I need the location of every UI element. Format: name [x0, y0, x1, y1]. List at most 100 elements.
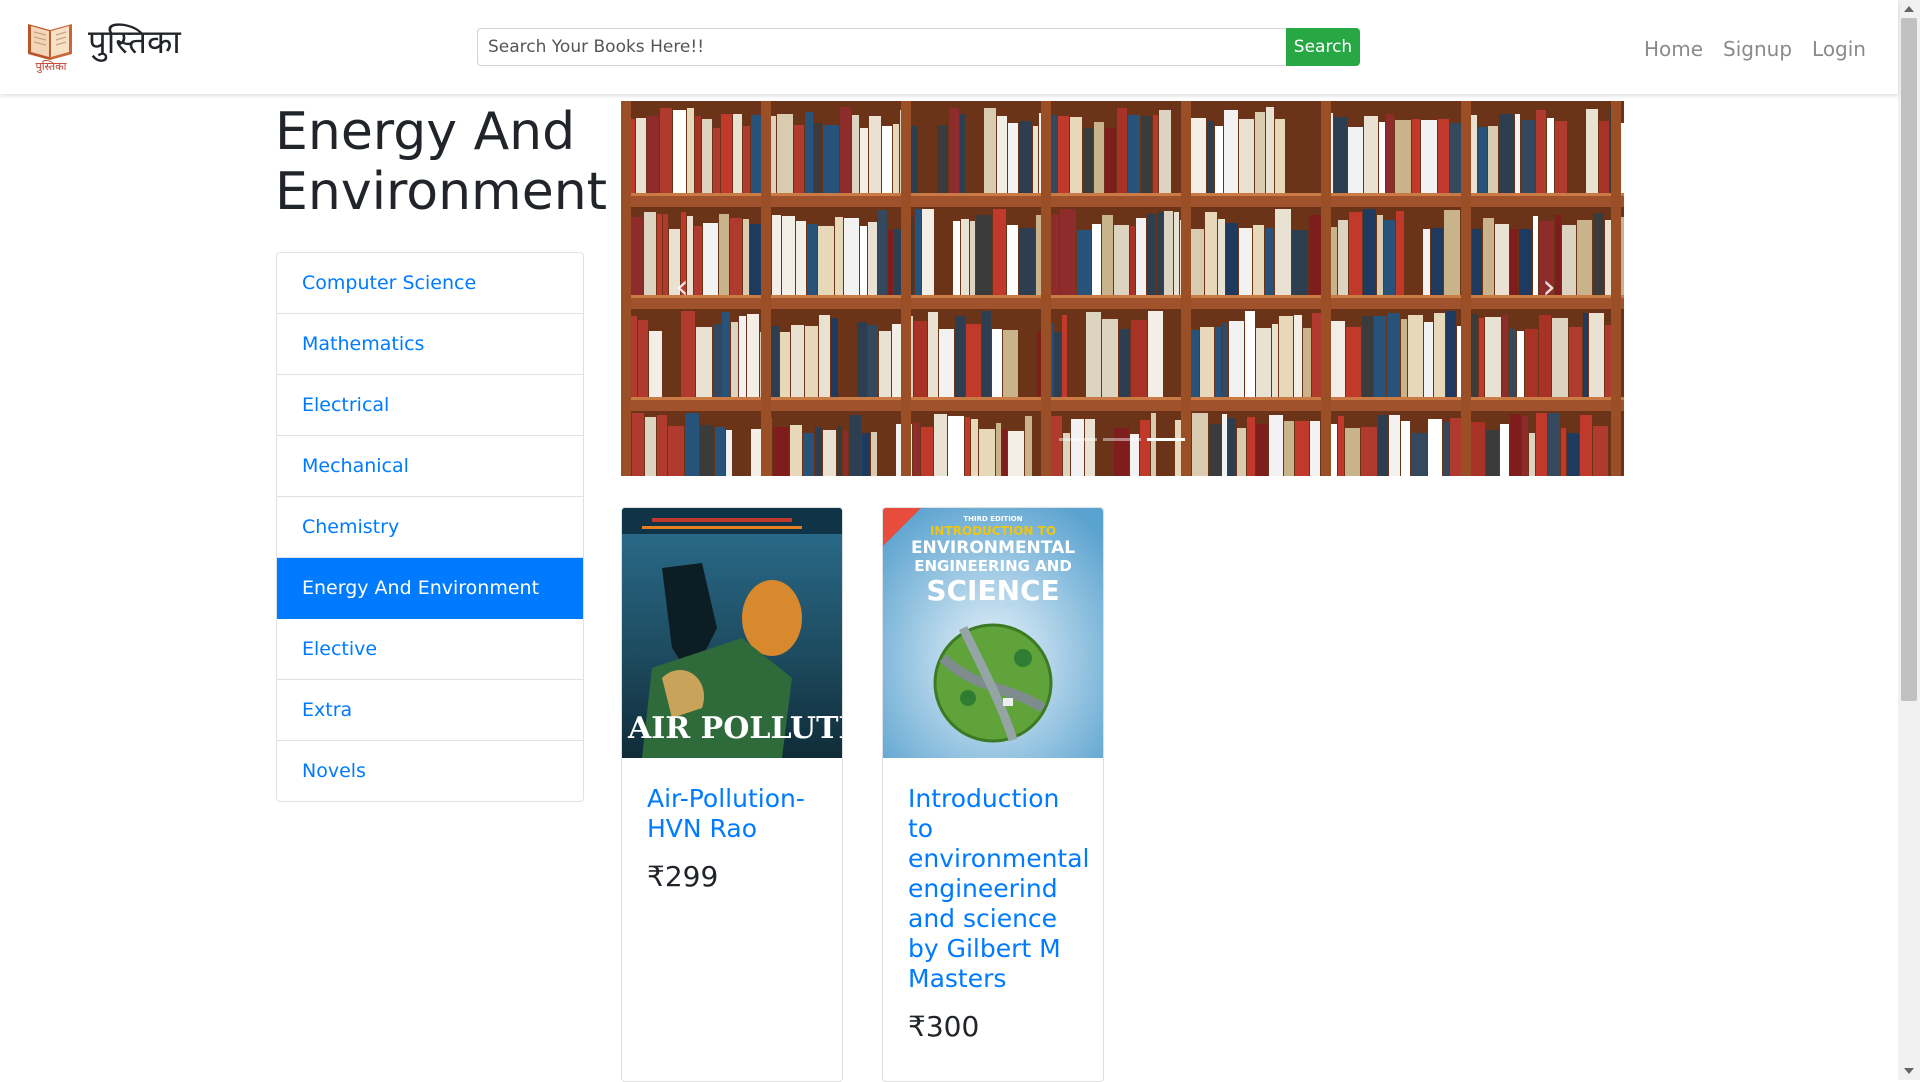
- nav-link-signup[interactable]: Signup: [1723, 36, 1792, 62]
- shelf-book: [1164, 211, 1173, 295]
- shelf-book: [857, 322, 867, 397]
- shelf-book: [1495, 224, 1509, 295]
- book-logo-icon[interactable]: पुस्तिका: [24, 14, 78, 74]
- shelf-book: [1070, 117, 1082, 193]
- shelf-book: [1153, 115, 1158, 193]
- shelf-book: [1379, 122, 1385, 193]
- shelf-book: [1401, 319, 1407, 397]
- shelf-book: [1131, 320, 1147, 397]
- shelf-book: [1222, 414, 1227, 476]
- shelf-book: [713, 324, 721, 397]
- shelf-book: [1239, 228, 1252, 295]
- image-carousel[interactable]: ‹ ›: [621, 101, 1624, 476]
- shelf-book: [782, 216, 795, 295]
- search-button[interactable]: Search: [1286, 28, 1360, 66]
- shelf-book: [1102, 319, 1118, 397]
- shelf-book: [1401, 421, 1410, 476]
- bookshelf-image: [621, 101, 1624, 476]
- shelf-book: [1562, 225, 1576, 295]
- book-title-link[interactable]: Introduction to environmental engineerin…: [908, 784, 1089, 994]
- shelf-book: [1085, 419, 1095, 476]
- shelf-book: [992, 329, 1002, 397]
- shelf-divider: [1181, 101, 1191, 476]
- shelf-book: [939, 329, 954, 397]
- category-elective[interactable]: Elective: [277, 619, 583, 680]
- category-chemistry[interactable]: Chemistry: [277, 497, 583, 558]
- shelf-book: [1226, 223, 1238, 295]
- shelf-book: [726, 430, 732, 476]
- shelf-book: [1567, 433, 1579, 476]
- shelf-book: [823, 430, 836, 476]
- category-list: Computer Science Mathematics Electrical …: [276, 252, 584, 802]
- shelf-book: [1479, 318, 1484, 397]
- shelf-book: [1446, 311, 1456, 397]
- shelf-book: [860, 128, 868, 193]
- shelf-book: [1329, 321, 1345, 397]
- category-mathematics[interactable]: Mathematics: [277, 314, 583, 375]
- carousel-indicator[interactable]: [1103, 438, 1141, 441]
- shelf-book: [1411, 433, 1427, 476]
- shelf-book: [1019, 228, 1035, 295]
- shelf-book: [948, 416, 964, 476]
- category-electrical[interactable]: Electrical: [277, 375, 583, 436]
- shelf-book: [780, 332, 790, 397]
- book-card[interactable]: AIR POLLUTION Air-Pollution-HVN Rao ₹299: [621, 507, 843, 1082]
- shelf-book: [1387, 313, 1400, 397]
- shelf-book: [1386, 114, 1394, 193]
- shelf-book: [657, 214, 662, 295]
- shelf-book: [1019, 121, 1032, 193]
- book-title-link[interactable]: Air-Pollution-HVN Rao: [647, 784, 826, 844]
- carousel-prev-icon[interactable]: ‹: [667, 267, 697, 307]
- shelf-book: [790, 425, 802, 476]
- book-cover-image[interactable]: AIR POLLUTION: [622, 508, 842, 758]
- book-price: ₹300: [908, 1010, 980, 1043]
- shelf-book: [840, 107, 851, 193]
- shelf-book: [971, 419, 978, 476]
- category-mechanical[interactable]: Mechanical: [277, 436, 583, 497]
- page-scrollbar[interactable]: [1898, 0, 1920, 1080]
- nav-link-login[interactable]: Login: [1812, 36, 1866, 62]
- shelf-divider: [1041, 101, 1051, 476]
- shelf-book: [882, 126, 892, 193]
- shelf-book: [673, 110, 686, 193]
- shelf-book: [1025, 416, 1032, 476]
- shelf-book: [1275, 209, 1291, 295]
- shelf-book: [1338, 220, 1348, 295]
- shelf-book: [1510, 414, 1521, 476]
- shelf-book: [1438, 119, 1449, 193]
- shelf-book: [1174, 212, 1179, 295]
- search-input[interactable]: [477, 28, 1285, 66]
- shelf-book: [1215, 327, 1221, 397]
- svg-text:ENVIRONMENTAL: ENVIRONMENTAL: [911, 538, 1075, 558]
- carousel-next-icon[interactable]: ›: [1534, 267, 1564, 307]
- shelf-book: [647, 116, 659, 193]
- category-energy-and-environment[interactable]: Energy And Environment: [277, 558, 583, 619]
- shelf-book: [993, 209, 1006, 295]
- carousel-indicator[interactable]: [1059, 438, 1097, 441]
- shelf-book: [638, 320, 648, 397]
- nav-links: Home Signup Login: [1644, 36, 1866, 62]
- shelf-book: [934, 414, 947, 476]
- shelf-book: [1222, 323, 1228, 397]
- book-cover-image[interactable]: THIRD EDITION INTRODUCTION TO ENVIRONMEN…: [883, 508, 1103, 758]
- book-card[interactable]: THIRD EDITION INTRODUCTION TO ENVIRONMEN…: [882, 507, 1104, 1082]
- scroll-down-arrow-icon[interactable]: [1904, 1068, 1914, 1074]
- brand-name[interactable]: पुस्तिका: [88, 22, 181, 62]
- category-extra[interactable]: Extra: [277, 680, 583, 741]
- shelf-book: [1338, 416, 1344, 476]
- shelf-book: [1117, 108, 1127, 193]
- scroll-up-arrow-icon[interactable]: [1904, 6, 1914, 12]
- shelf-book: [1140, 420, 1150, 476]
- scroll-thumb[interactable]: [1901, 18, 1917, 701]
- category-computer-science[interactable]: Computer Science: [277, 253, 583, 314]
- nav-link-home[interactable]: Home: [1644, 36, 1703, 62]
- shelf-book: [1363, 209, 1376, 295]
- category-novels[interactable]: Novels: [277, 741, 583, 801]
- shelf-divider: [1321, 101, 1331, 476]
- shelf-book: [1577, 220, 1592, 295]
- shelf-book: [1256, 328, 1271, 397]
- shelf-book: [1348, 127, 1363, 193]
- carousel-indicator-active[interactable]: [1147, 438, 1185, 441]
- carousel-indicators: [1059, 438, 1185, 441]
- shelf-book: [818, 226, 834, 295]
